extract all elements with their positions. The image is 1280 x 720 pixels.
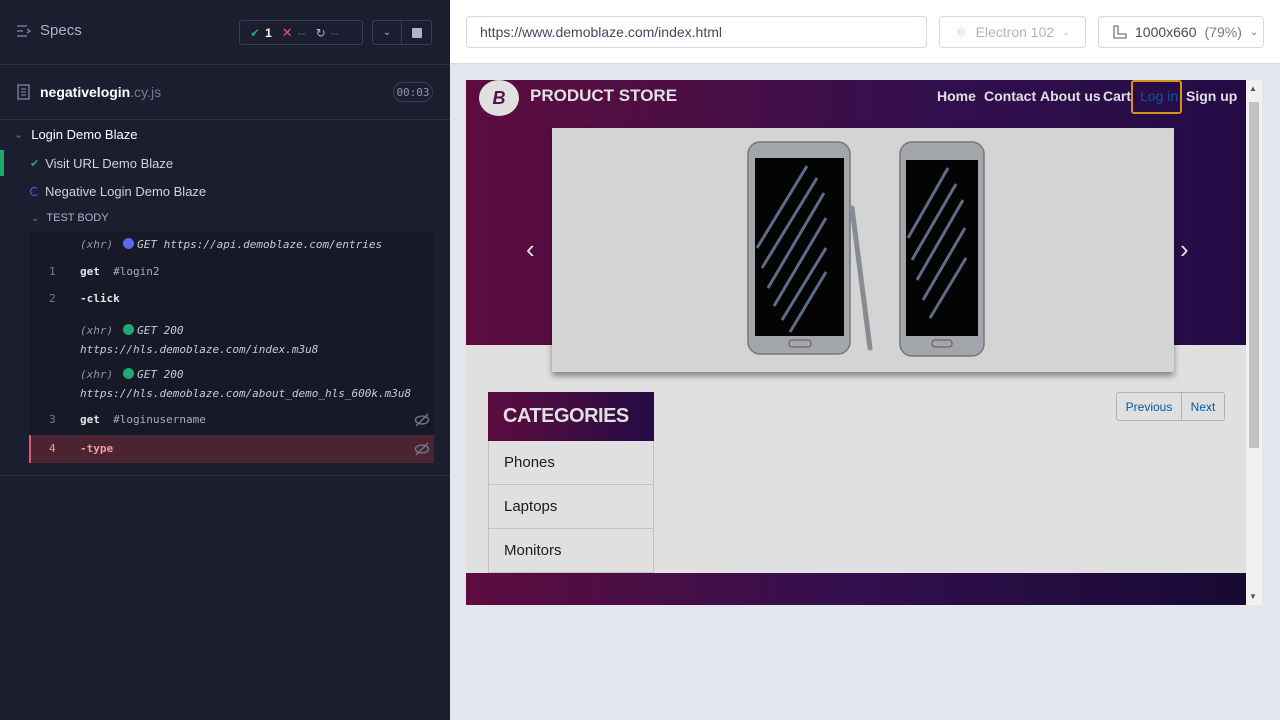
- spec-file-basename: negativelogin: [40, 84, 131, 100]
- command-name: -click: [80, 292, 120, 305]
- check-icon: ✔: [30, 157, 40, 170]
- stop-button[interactable]: [402, 20, 432, 45]
- command-row[interactable]: (xhr) GET https://api.demoblaze.com/entri…: [29, 232, 434, 257]
- command-name: get: [80, 413, 100, 426]
- test-title: Visit URL Demo Blaze: [45, 155, 174, 171]
- zoom-level: (79%): [1204, 24, 1242, 40]
- test-stats: ✔ 1 ✕ -- ↻ --: [239, 20, 363, 45]
- xhr-prefix: (xhr): [80, 238, 114, 251]
- modal-backdrop: [466, 80, 1246, 605]
- document-icon: [17, 84, 30, 100]
- command-selector: #loginusername: [113, 413, 206, 426]
- chevron-down-icon: ⌄: [1249, 26, 1259, 38]
- command-selector: #login2: [113, 265, 160, 278]
- vertical-scrollbar[interactable]: ▲ ▼: [1246, 80, 1262, 605]
- command-row[interactable]: 3 get #loginusername: [29, 405, 434, 435]
- xhr-status: GET 200: [137, 368, 184, 381]
- specs-toggle[interactable]: Specs: [17, 22, 82, 39]
- success-dot-icon: [123, 368, 135, 379]
- pending-count: --: [330, 25, 339, 40]
- collapse-button[interactable]: ⌄: [372, 20, 402, 45]
- command-row[interactable]: (xhr) GET 200 https://hls.demoblaze.com/a…: [29, 359, 434, 405]
- passed-stat: ✔ 1: [250, 26, 272, 40]
- command-log: (xhr) GET https://api.demoblaze.com/entri…: [29, 232, 434, 463]
- eye-slash-icon[interactable]: [414, 442, 430, 459]
- aut-iframe: B PRODUCT STORE Home Contact About us Ca…: [466, 80, 1262, 605]
- browser-selector[interactable]: ⚛ Electron 102 ⌄: [939, 16, 1086, 48]
- test-body-label: TEST BODY: [46, 212, 109, 224]
- url-bar[interactable]: https://www.demoblaze.com/index.html: [466, 16, 927, 48]
- test-body-toggle[interactable]: ⌄ TEST BODY: [0, 207, 109, 229]
- suite-row[interactable]: ⌄ Login Demo Blaze: [0, 122, 450, 146]
- scroll-thumb[interactable]: [1249, 102, 1259, 448]
- spec-file-name: negativelogin.cy.js: [40, 84, 161, 100]
- aut-header: https://www.demoblaze.com/index.html ⚛ E…: [450, 0, 1280, 64]
- stop-icon: [411, 27, 422, 38]
- command-name: get: [80, 265, 100, 278]
- command-row[interactable]: (xhr) GET 200 https://hls.demoblaze.com/i…: [29, 313, 434, 359]
- test-row-passed[interactable]: ✔ Visit URL Demo Blaze: [0, 150, 450, 176]
- specs-label: Specs: [40, 22, 82, 39]
- divider: [0, 475, 450, 476]
- spec-file-header: negativelogin.cy.js 00:03: [0, 65, 450, 120]
- command-number: 2: [49, 292, 56, 305]
- pending-dot-icon: [123, 238, 135, 249]
- scroll-up-icon[interactable]: ▲: [1249, 84, 1257, 93]
- success-dot-icon: [123, 324, 135, 335]
- xhr-url: https://hls.demoblaze.com/about_demo_hls…: [80, 387, 412, 400]
- pending-stat: ↻ --: [316, 26, 339, 40]
- command-name: -type: [80, 442, 114, 455]
- viewport-info[interactable]: 1000x660 (79%) ⌄: [1098, 16, 1264, 48]
- x-icon: ✕: [281, 24, 293, 40]
- command-number: 3: [49, 413, 56, 426]
- passed-count: 1: [265, 25, 272, 40]
- app-under-test-panel: https://www.demoblaze.com/index.html ⚛ E…: [450, 0, 1280, 720]
- reporter-header: Specs ✔ 1 ✕ -- ↻ -- ⌄: [0, 0, 450, 65]
- chevron-down-icon: ⌄: [1062, 26, 1071, 38]
- electron-icon: ⚛: [955, 23, 968, 40]
- test-title: Negative Login Demo Blaze: [45, 183, 207, 199]
- xhr-url: https://hls.demoblaze.com/index.m3u8: [80, 343, 319, 356]
- command-number: 4: [49, 442, 56, 455]
- scroll-down-icon[interactable]: ▼: [1249, 592, 1257, 601]
- chevron-down-icon: ⌄: [31, 212, 40, 224]
- xhr-request: GET https://api.demoblaze.com/entries: [137, 238, 383, 251]
- command-row-failing[interactable]: 4 -type: [29, 435, 434, 463]
- suite-title: Login Demo Blaze: [31, 126, 138, 142]
- viewport-size: 1000x660: [1135, 24, 1197, 40]
- command-number: 1: [49, 265, 56, 278]
- failed-count: --: [297, 25, 306, 40]
- test-row-running[interactable]: Negative Login Demo Blaze: [0, 178, 450, 204]
- command-row[interactable]: 2 -click: [29, 285, 434, 313]
- reporter-panel: Specs ✔ 1 ✕ -- ↻ -- ⌄ negativelogin.cy.j…: [0, 0, 450, 720]
- ruler-icon: [1113, 25, 1127, 39]
- chevron-down-icon: ⌄: [382, 27, 392, 38]
- eye-slash-icon[interactable]: [414, 413, 430, 430]
- specs-list-icon: [17, 24, 31, 37]
- failed-stat: ✕ --: [282, 25, 306, 41]
- spec-file-ext: .cy.js: [130, 84, 162, 100]
- check-icon: ✔: [250, 25, 261, 40]
- xhr-prefix: (xhr): [80, 368, 114, 381]
- chevron-down-icon: ⌄: [14, 128, 24, 141]
- spinner-icon: [30, 186, 39, 196]
- spinner-icon: ↻: [315, 25, 326, 40]
- demoblaze-page: B PRODUCT STORE Home Contact About us Ca…: [466, 80, 1246, 605]
- xhr-prefix: (xhr): [80, 324, 114, 337]
- browser-label: Electron 102: [975, 24, 1055, 40]
- duration-badge: 00:03: [393, 82, 433, 102]
- test-pass-indicator: [0, 150, 4, 176]
- command-row[interactable]: 1 get #login2: [29, 257, 434, 285]
- xhr-status: GET 200: [137, 324, 184, 337]
